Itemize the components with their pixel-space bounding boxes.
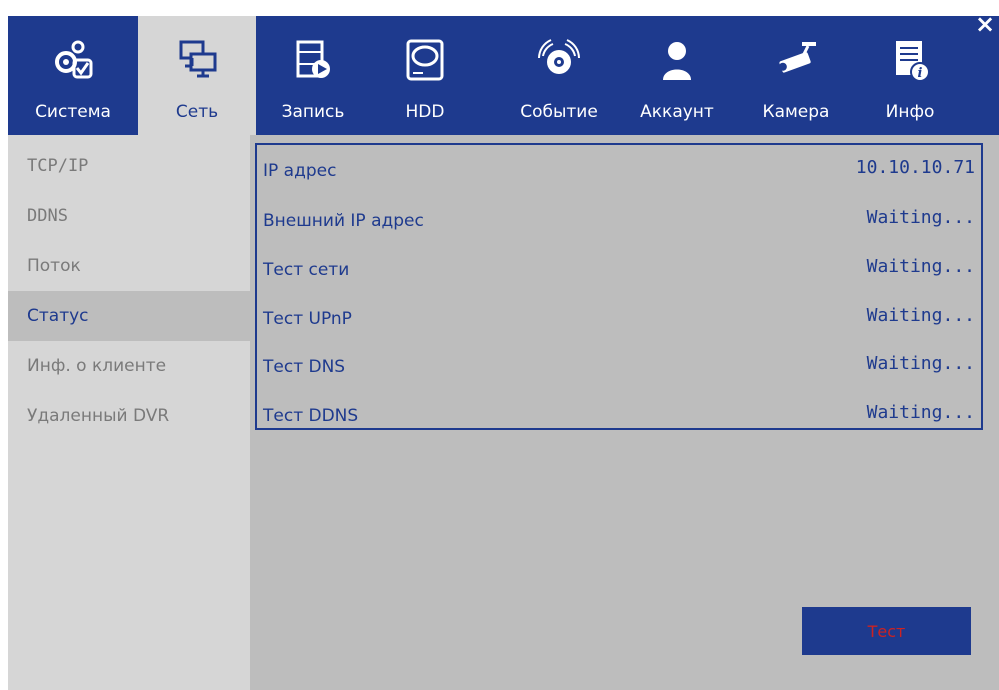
ip-address-label: IP адрес bbox=[263, 161, 337, 181]
main-tab-bar: Система Сеть Запись HDD Событие Аккаунт … bbox=[8, 10, 999, 135]
hard-disk-icon bbox=[406, 39, 444, 81]
status-row: Внешний IP адрес Waiting... bbox=[257, 201, 981, 241]
security-camera-icon bbox=[778, 42, 816, 73]
network-monitors-icon bbox=[179, 40, 217, 78]
status-row: Тест DNS Waiting... bbox=[257, 347, 981, 387]
sidebar-item-tcp-ip[interactable]: TCP/IP bbox=[8, 141, 250, 191]
gears-check-icon bbox=[55, 40, 93, 79]
test-button[interactable]: Тест bbox=[802, 607, 971, 655]
tab-event[interactable]: Событие bbox=[503, 16, 615, 135]
dns-test-label: Тест DNS bbox=[263, 357, 346, 377]
status-row: IP адрес 10.10.10.71 bbox=[257, 151, 981, 191]
tab-label: Аккаунт bbox=[640, 102, 714, 122]
external-ip-label: Внешний IP адрес bbox=[263, 211, 424, 231]
tab-label: Запись bbox=[281, 102, 345, 122]
info-document-icon: i bbox=[896, 41, 930, 82]
tab-label: HDD bbox=[405, 102, 445, 122]
status-row: Тест DDNS Waiting... bbox=[257, 396, 981, 436]
status-row: Тест сети Waiting... bbox=[257, 250, 981, 290]
tab-label: Камера bbox=[762, 102, 830, 122]
upnp-test-value: Waiting... bbox=[866, 305, 975, 326]
ddns-test-label: Тест DDNS bbox=[263, 406, 359, 426]
status-content: IP адрес 10.10.10.71 Внешний IP адрес Wa… bbox=[250, 135, 999, 690]
user-icon bbox=[663, 42, 691, 80]
sidebar-item-remote-dvr[interactable]: Удаленный DVR bbox=[8, 391, 250, 441]
svg-text:i: i bbox=[918, 66, 923, 81]
settings-window: Система Сеть Запись HDD Событие Аккаунт … bbox=[8, 10, 999, 690]
close-button[interactable]: × bbox=[973, 10, 997, 38]
tab-record[interactable]: Запись bbox=[266, 16, 360, 135]
upnp-test-label: Тест UPnP bbox=[263, 309, 352, 329]
window-left-edge bbox=[0, 16, 8, 690]
network-test-label: Тест сети bbox=[263, 260, 350, 280]
tab-label: Инфо bbox=[885, 102, 935, 122]
network-test-value: Waiting... bbox=[866, 256, 975, 277]
tab-hdd[interactable]: HDD bbox=[388, 16, 462, 135]
tab-label: Сеть bbox=[175, 102, 219, 122]
sidebar-item-client-info[interactable]: Инф. о клиенте bbox=[8, 341, 250, 391]
tab-system[interactable]: Система bbox=[10, 16, 136, 135]
tab-info[interactable]: i Инфо bbox=[862, 16, 958, 135]
film-play-icon bbox=[296, 40, 330, 78]
sidebar: TCP/IP DDNS Поток Статус Инф. о клиенте … bbox=[8, 135, 250, 690]
sidebar-item-ddns[interactable]: DDNS bbox=[8, 191, 250, 241]
tab-network[interactable]: Сеть bbox=[138, 16, 256, 135]
tab-label: Событие bbox=[520, 102, 598, 122]
ddns-test-value: Waiting... bbox=[866, 402, 975, 423]
ip-address-value: 10.10.10.71 bbox=[855, 157, 975, 178]
tab-account[interactable]: Аккаунт bbox=[622, 16, 732, 135]
dns-test-value: Waiting... bbox=[866, 353, 975, 374]
status-table: IP адрес 10.10.10.71 Внешний IP адрес Wa… bbox=[255, 143, 983, 430]
alarm-bell-icon bbox=[538, 39, 580, 74]
tab-camera[interactable]: Камера bbox=[744, 16, 848, 135]
status-row: Тест UPnP Waiting... bbox=[257, 299, 981, 339]
tab-label: Система bbox=[35, 102, 111, 122]
sidebar-item-stream[interactable]: Поток bbox=[8, 241, 250, 291]
external-ip-value: Waiting... bbox=[866, 207, 975, 228]
sidebar-item-status[interactable]: Статус bbox=[8, 291, 250, 341]
